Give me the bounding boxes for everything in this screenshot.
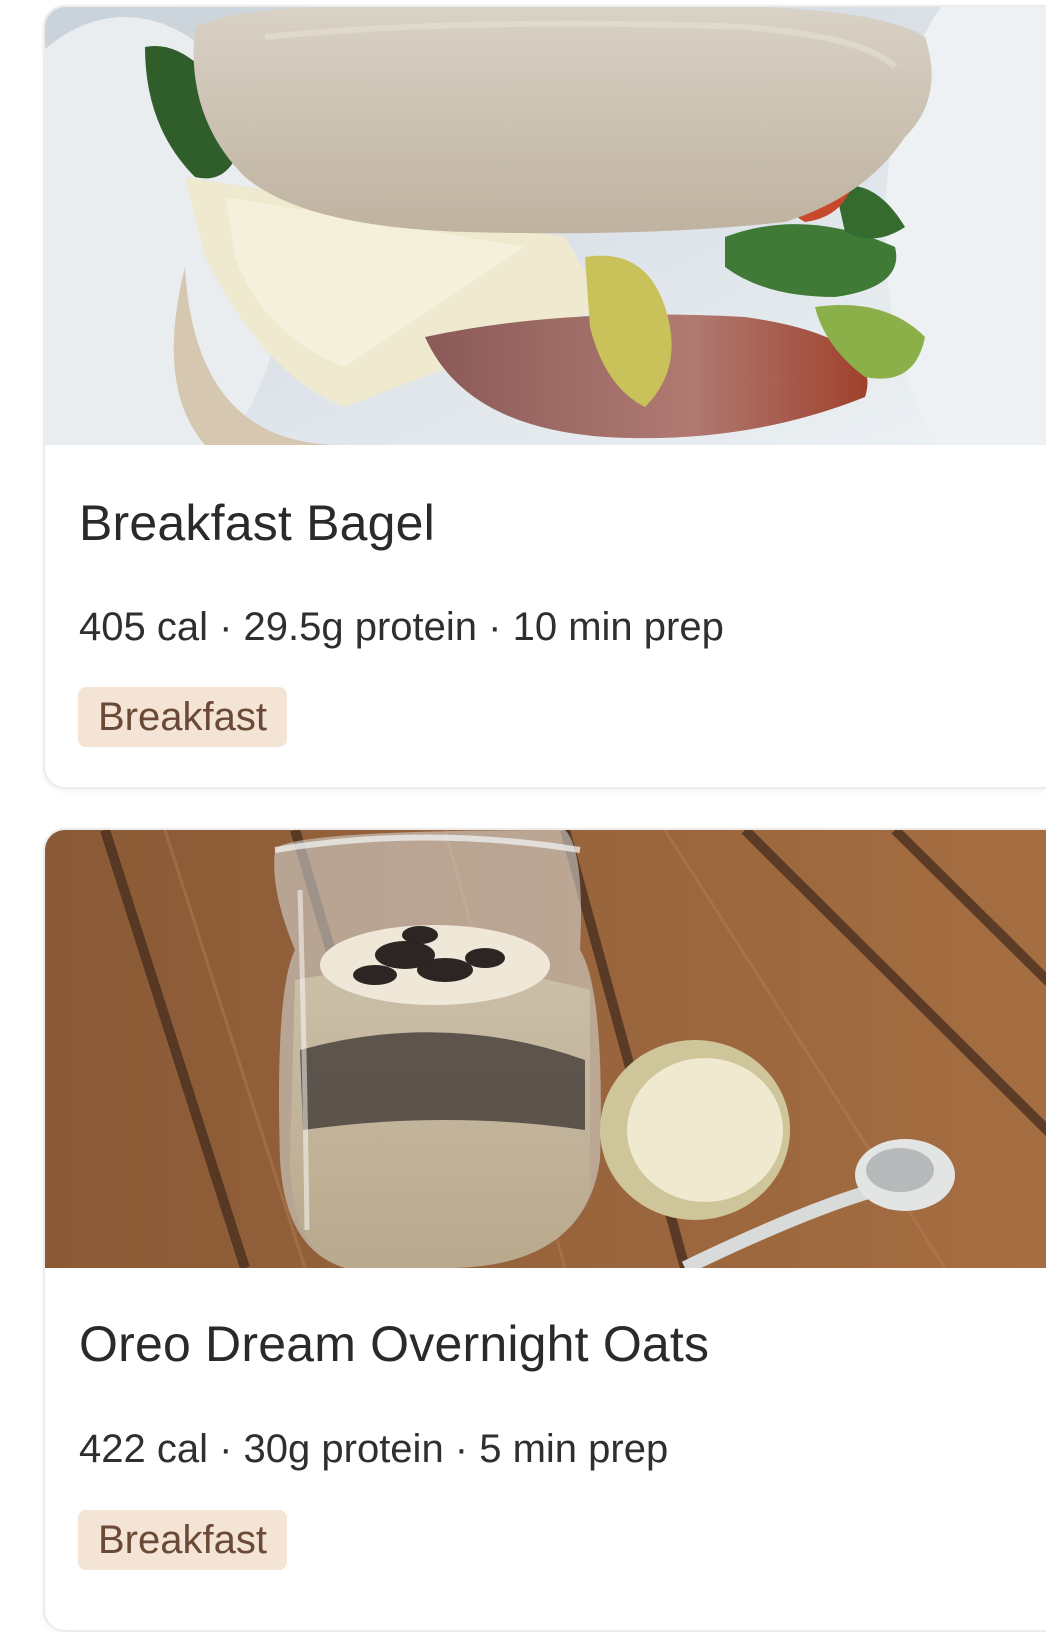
category-tag: Breakfast xyxy=(78,1510,287,1570)
recipe-title[interactable]: Oreo Dream Overnight Oats xyxy=(79,1315,709,1373)
overnight-oats-jar-photo xyxy=(45,830,1046,1268)
recipe-card-oreo-overnight-oats[interactable]: Oreo Dream Overnight Oats 422 cal · 30g … xyxy=(43,828,1046,1632)
category-tag: Breakfast xyxy=(78,687,287,747)
recipe-title[interactable]: Breakfast Bagel xyxy=(79,494,435,552)
recipe-nutrition-summary: 405 cal · 29.5g protein · 10 min prep xyxy=(79,605,724,649)
recipe-card-breakfast-bagel[interactable]: Breakfast Bagel 405 cal · 29.5g protein … xyxy=(43,5,1046,789)
recipe-nutrition-summary: 422 cal · 30g protein · 5 min prep xyxy=(79,1427,669,1471)
breakfast-bagel-photo xyxy=(45,7,1046,445)
